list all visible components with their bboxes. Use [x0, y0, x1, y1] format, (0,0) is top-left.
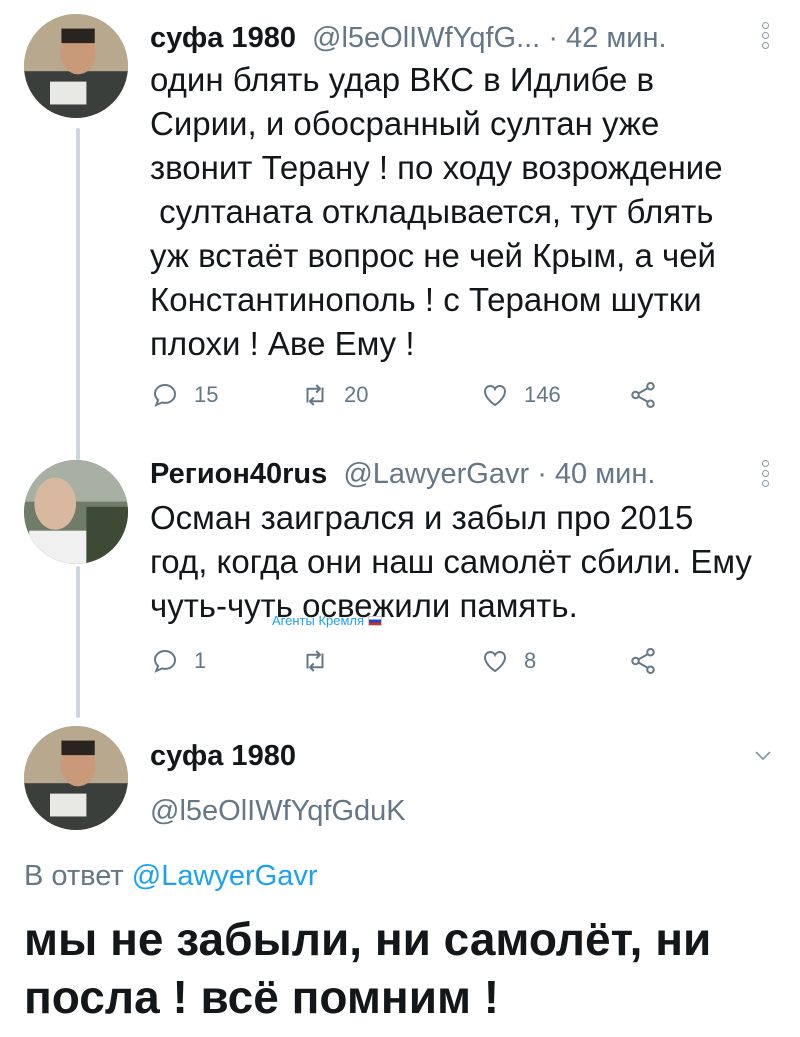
like-button[interactable]: 146 — [480, 380, 561, 410]
share-icon — [631, 648, 655, 674]
thread-line — [76, 128, 80, 460]
retweet-button[interactable]: 20 — [300, 380, 368, 410]
reply-context: В ответ @LawyerGavr — [24, 860, 318, 893]
retweet-icon — [306, 650, 324, 672]
tweet-text: один блять удар ВКС в Идлибе в Сирии, и … — [150, 61, 723, 362]
user-handle[interactable]: @LawyerGavr — [343, 458, 529, 490]
tweet-actions: 1 8 — [150, 646, 710, 682]
avatar[interactable] — [24, 460, 128, 564]
display-name[interactable]: суфа 1980 — [150, 22, 296, 54]
reply-icon — [153, 383, 177, 407]
watermark-text: Агенты Кремля — [272, 613, 365, 628]
timestamp[interactable]: · 40 мин. — [537, 458, 655, 490]
thread-line — [76, 566, 80, 718]
share-button[interactable] — [628, 646, 658, 676]
user-handle[interactable]: @l5eOlIWfYqfG... — [312, 22, 540, 54]
share-button[interactable] — [628, 380, 658, 410]
display-name[interactable]: Регион40rus — [150, 458, 327, 490]
reply-button[interactable]: 1 — [150, 646, 206, 676]
main-tweet-text: мы не забыли, ни самолёт, ни посла ! всё… — [24, 913, 712, 1023]
like-count: 8 — [524, 648, 537, 673]
chevron-down-icon[interactable] — [752, 742, 774, 768]
reply-prefix: В ответ — [24, 860, 124, 892]
retweet-icon — [306, 384, 324, 406]
retweet-count: 20 — [344, 382, 369, 407]
watermark: Агенты Кремля — [272, 613, 383, 628]
tweet-text: Осман заигрался и забыл про 2015 год, ко… — [150, 499, 752, 624]
display-name[interactable]: суфа 1980 — [150, 740, 296, 773]
like-button[interactable]: 8 — [480, 646, 536, 676]
user-handle[interactable]: @l5eOlIWfYqfGduK — [150, 795, 406, 828]
reply-icon — [153, 649, 177, 673]
like-count: 146 — [524, 382, 561, 407]
timestamp[interactable]: · 42 мин. — [548, 22, 666, 54]
reply-button[interactable]: 15 — [150, 380, 218, 410]
heart-icon — [483, 651, 507, 673]
reply-count: 15 — [194, 382, 219, 407]
russia-flag-icon — [368, 615, 383, 626]
reply-count: 1 — [194, 648, 207, 673]
heart-icon — [483, 385, 507, 407]
share-icon — [631, 382, 655, 408]
vertical-dots-icon[interactable] — [754, 460, 776, 487]
tweet-header: суфа 1980 @l5eOlIWfYqfG... · 42 мин. — [150, 22, 667, 55]
avatar[interactable] — [24, 726, 128, 830]
avatar[interactable] — [24, 14, 128, 118]
tweet-header: Регион40rus @LawyerGavr · 40 мин. — [150, 458, 655, 491]
tweet-actions: 15 20 146 — [150, 380, 710, 416]
retweet-button[interactable] — [300, 646, 344, 676]
vertical-dots-icon[interactable] — [754, 22, 776, 49]
reply-to-link[interactable]: @LawyerGavr — [132, 860, 318, 892]
